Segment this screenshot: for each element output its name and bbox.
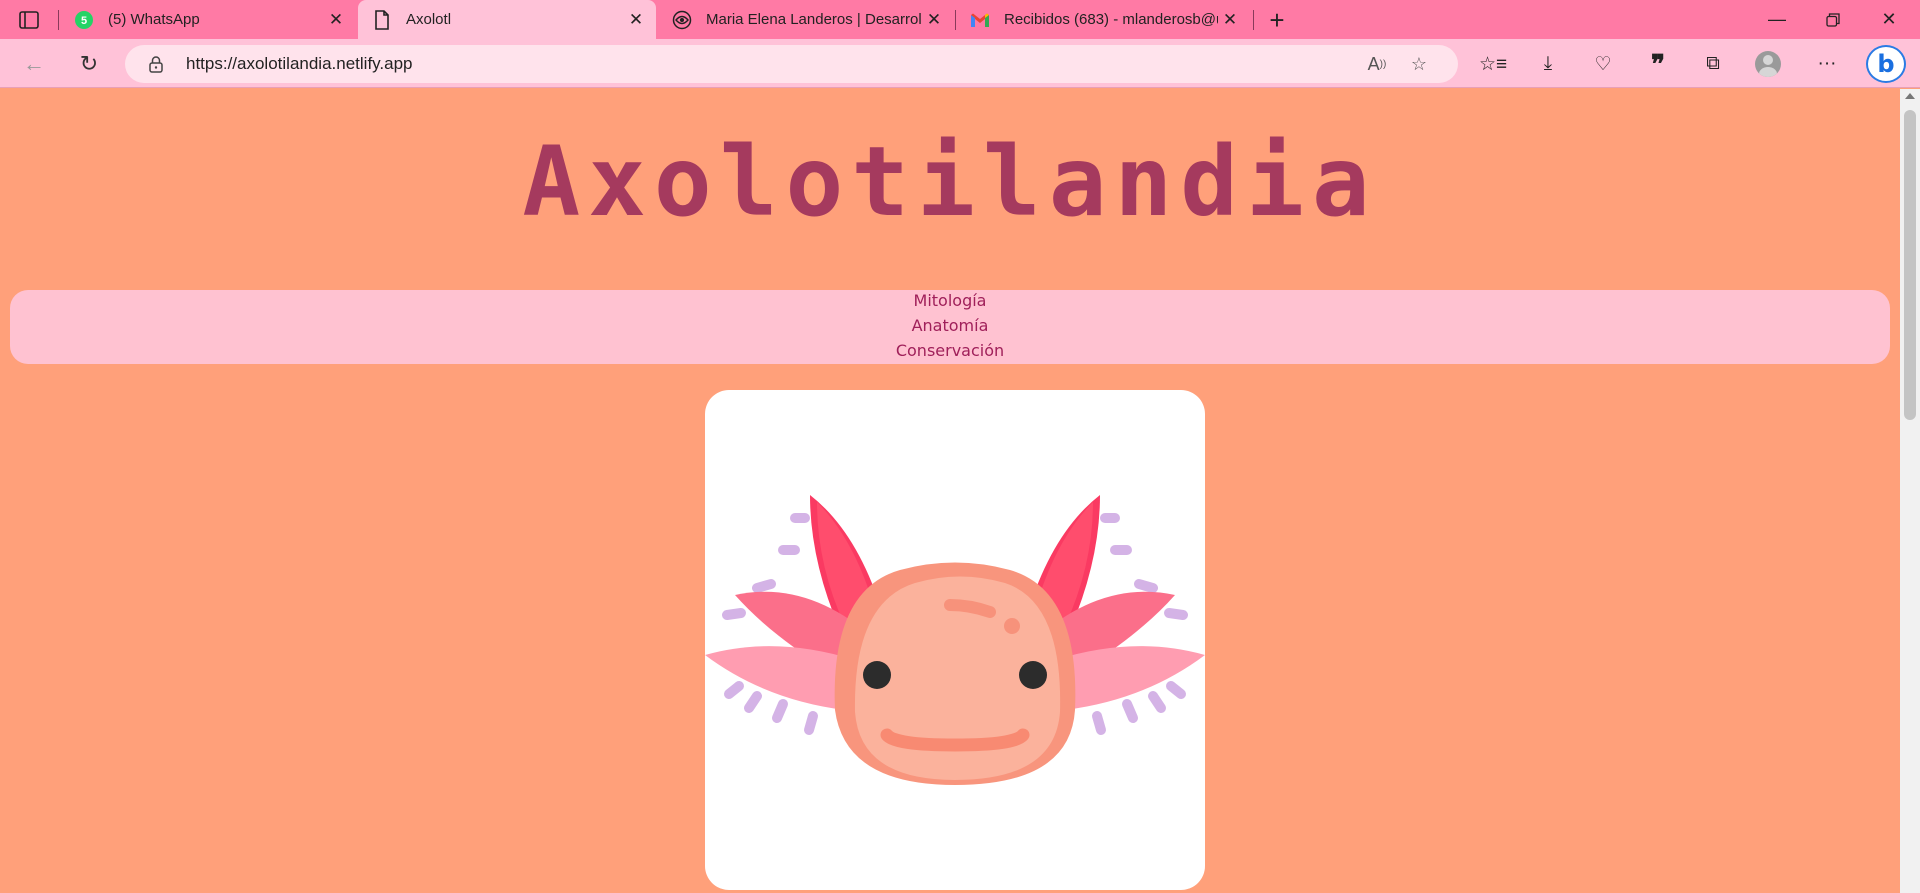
- close-icon[interactable]: ✕: [922, 8, 946, 32]
- address-toolbar: ← ↻ https://axolotilandia.netlify.app A)…: [0, 39, 1920, 88]
- browser-essentials-button[interactable]: ♡: [1588, 49, 1618, 79]
- restore-button[interactable]: [1806, 0, 1860, 39]
- axolotl-illustration: [705, 495, 1205, 785]
- menu-item-conservacion[interactable]: Conservación: [10, 341, 1890, 361]
- back-button[interactable]: ←: [18, 48, 50, 80]
- more-icon: ···: [1817, 53, 1837, 74]
- tab-portfolio[interactable]: Maria Elena Landeros | Desarrollo ✕: [658, 0, 954, 39]
- bing-icon: b: [1877, 50, 1895, 78]
- close-window-button[interactable]: ✕: [1862, 0, 1916, 39]
- extension-icon: ⧉: [1706, 53, 1720, 74]
- minimize-button[interactable]: —: [1750, 0, 1804, 39]
- tab-title: Maria Elena Landeros | Desarrollo: [706, 11, 922, 28]
- settings-menu-button[interactable]: ···: [1812, 49, 1842, 79]
- bing-copilot-button[interactable]: b: [1866, 45, 1906, 83]
- tab-actions-icon: [19, 11, 39, 29]
- url-text[interactable]: https://axolotilandia.netlify.app: [186, 45, 413, 83]
- scroll-thumb[interactable]: [1904, 110, 1916, 420]
- read-aloud-icon[interactable]: A)): [1365, 52, 1389, 76]
- whatsapp-badge: 5: [81, 15, 87, 27]
- extensions-button[interactable]: ⧉: [1698, 49, 1728, 79]
- axolotl-image-card: [705, 390, 1205, 890]
- restore-icon: [1826, 12, 1840, 27]
- vertical-scrollbar[interactable]: [1900, 89, 1920, 893]
- download-icon: ⤓: [1543, 53, 1553, 74]
- new-tab-button[interactable]: +: [1262, 4, 1292, 35]
- plus-icon: +: [1269, 4, 1285, 35]
- minimize-icon: —: [1768, 9, 1786, 29]
- quotes-extension-button[interactable]: ❞: [1643, 49, 1673, 79]
- gmail-icon: [970, 10, 990, 30]
- close-icon[interactable]: ✕: [324, 8, 348, 32]
- tab-title: Axolotl: [406, 11, 452, 28]
- tab-title: Recibidos (683) - mlanderosb@u: [1004, 11, 1218, 28]
- tab-separator: [58, 10, 59, 30]
- address-bar[interactable]: https://axolotilandia.netlify.app A)) ☆: [125, 45, 1458, 83]
- nav-menu: Mitología Anatomía Conservación: [10, 290, 1890, 364]
- heart-pulse-icon: ♡: [1594, 53, 1612, 75]
- menu-item-mitologia[interactable]: Mitología: [10, 291, 1890, 311]
- reload-button[interactable]: ↻: [73, 48, 105, 80]
- tab-whatsapp[interactable]: 5 (5) WhatsApp ✕: [60, 0, 356, 39]
- portfolio-icon: [672, 10, 692, 30]
- back-arrow-icon: ←: [23, 51, 45, 76]
- profile-avatar[interactable]: [1755, 51, 1781, 77]
- tab-axolotl[interactable]: Axolotl ✕: [358, 0, 656, 39]
- tab-separator: [1253, 10, 1254, 30]
- site-title: Axolotilandia: [522, 126, 1378, 238]
- scroll-up-arrow-icon[interactable]: [1905, 93, 1915, 99]
- page-viewport: Axolotilandia Mitología Anatomía Conserv…: [0, 89, 1900, 893]
- reload-icon: ↻: [79, 51, 99, 76]
- page-icon: [372, 9, 392, 30]
- lock-icon: [149, 56, 163, 73]
- close-icon[interactable]: ✕: [624, 8, 648, 32]
- tab-gmail[interactable]: Recibidos (683) - mlanderosb@u ✕: [956, 0, 1250, 39]
- quote-icon: ❞: [1651, 48, 1665, 79]
- whatsapp-icon: 5: [74, 10, 94, 30]
- downloads-button[interactable]: ⤓: [1533, 49, 1563, 79]
- tab-title: (5) WhatsApp: [108, 11, 200, 28]
- menu-item-anatomia[interactable]: Anatomía: [10, 316, 1890, 336]
- favorites-button[interactable]: ☆≡: [1478, 49, 1508, 79]
- close-icon[interactable]: ✕: [1218, 8, 1242, 32]
- tab-strip: 5 (5) WhatsApp ✕ Axolotl ✕ Maria Elena L…: [0, 0, 1920, 39]
- favorites-list-icon: ☆≡: [1478, 53, 1508, 75]
- tab-actions-button[interactable]: [14, 8, 44, 32]
- close-icon: ✕: [1881, 9, 1897, 29]
- favorite-star-icon[interactable]: ☆: [1407, 52, 1431, 76]
